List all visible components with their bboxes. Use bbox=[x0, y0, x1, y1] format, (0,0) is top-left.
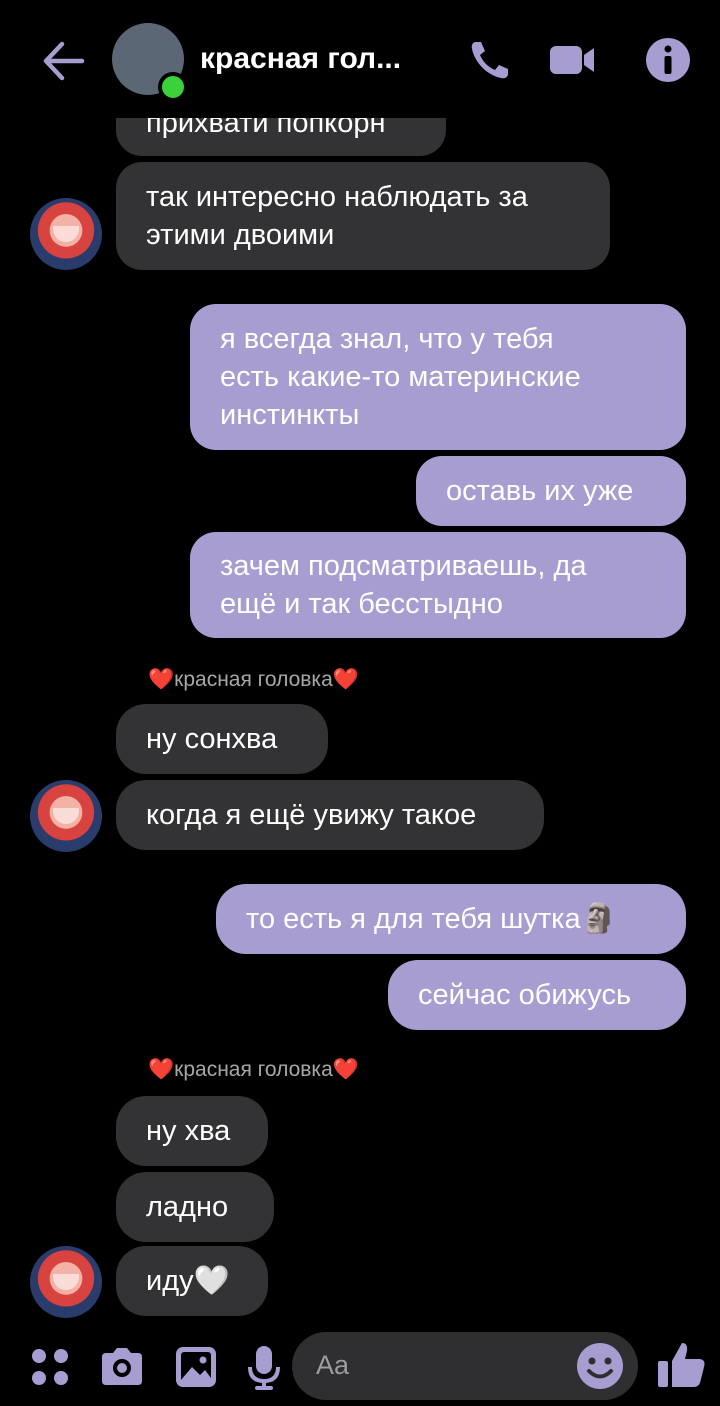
sender-avatar[interactable] bbox=[30, 1246, 102, 1318]
info-icon[interactable] bbox=[644, 36, 692, 84]
message-bubble-outgoing[interactable]: то есть я для тебя шутка 🗿 bbox=[216, 884, 686, 954]
message-text: то есть я для тебя шутка bbox=[246, 903, 581, 935]
message-bubble-incoming[interactable]: иду 🤍 bbox=[116, 1246, 268, 1316]
message-bubble-incoming[interactable]: ну хва bbox=[116, 1096, 268, 1166]
message-text-line: инстинкты bbox=[220, 399, 360, 431]
message-bubble-outgoing[interactable]: сейчас обижусь bbox=[388, 960, 686, 1030]
message-bubble-outgoing[interactable]: я всегда знал, что у тебя есть какие-то … bbox=[190, 304, 686, 450]
message-input-placeholder: Aa bbox=[316, 1350, 350, 1380]
message-bubble-outgoing[interactable]: оставь их уже bbox=[416, 456, 686, 526]
message-bubble-incoming[interactable]: когда я ещё увижу такое bbox=[116, 780, 544, 850]
composer-bar: Aa bbox=[0, 1325, 720, 1406]
message-bubble-incoming[interactable]: так интересно наблюдать за этими двоими bbox=[116, 162, 610, 270]
message-text-line: этими двоими bbox=[146, 219, 335, 251]
message-text: сейчас обижусь bbox=[418, 979, 632, 1011]
message-text: когда я ещё увижу такое bbox=[146, 799, 477, 831]
message-text-line: я всегда знал, что у тебя bbox=[220, 323, 554, 355]
sender-avatar[interactable] bbox=[30, 198, 102, 270]
moai-emoji-icon: 🗿 bbox=[580, 903, 617, 935]
message-text-line: зачем подсматриваешь, да bbox=[220, 550, 587, 582]
message-input[interactable]: Aa bbox=[292, 1332, 638, 1400]
message-bubble-incoming[interactable]: ладно bbox=[116, 1172, 274, 1242]
camera-icon[interactable] bbox=[98, 1343, 146, 1391]
online-status-dot bbox=[158, 72, 188, 102]
contact-name[interactable]: красная гол... bbox=[200, 42, 401, 76]
message-text: иду bbox=[146, 1265, 194, 1297]
message-text-line: есть какие-то материнские bbox=[220, 361, 581, 393]
gallery-icon[interactable] bbox=[172, 1343, 220, 1391]
message-text: оставь их уже bbox=[446, 475, 634, 507]
phone-icon[interactable] bbox=[466, 36, 514, 84]
thumbs-up-icon[interactable] bbox=[656, 1339, 708, 1391]
video-call-icon[interactable] bbox=[548, 36, 596, 84]
microphone-icon[interactable] bbox=[240, 1343, 288, 1391]
sender-avatar[interactable] bbox=[30, 780, 102, 852]
white-heart-emoji-icon: 🤍 bbox=[193, 1265, 230, 1297]
back-arrow-icon[interactable] bbox=[40, 38, 86, 84]
apps-icon[interactable] bbox=[26, 1343, 74, 1391]
message-text: ну сонхва bbox=[146, 723, 278, 755]
message-text: ладно bbox=[146, 1191, 229, 1223]
message-bubble-incoming[interactable]: ну сонхва bbox=[116, 704, 328, 774]
message-bubble-outgoing[interactable]: зачем подсматриваешь, да ещё и так бесст… bbox=[190, 532, 686, 638]
message-text-line: ещё и так бесстыдно bbox=[220, 588, 503, 620]
emoji-icon[interactable] bbox=[574, 1340, 626, 1392]
message-list[interactable]: прихвати попкорн так интересно наблюдать… bbox=[0, 0, 720, 1325]
sender-name: ❤️красная головка❤️ bbox=[148, 668, 359, 691]
message-text: ну хва bbox=[146, 1115, 231, 1147]
sender-name: ❤️красная головка❤️ bbox=[148, 1058, 359, 1081]
message-text-line: так интересно наблюдать за bbox=[146, 181, 528, 213]
chat-header: красная гол... bbox=[0, 0, 720, 118]
